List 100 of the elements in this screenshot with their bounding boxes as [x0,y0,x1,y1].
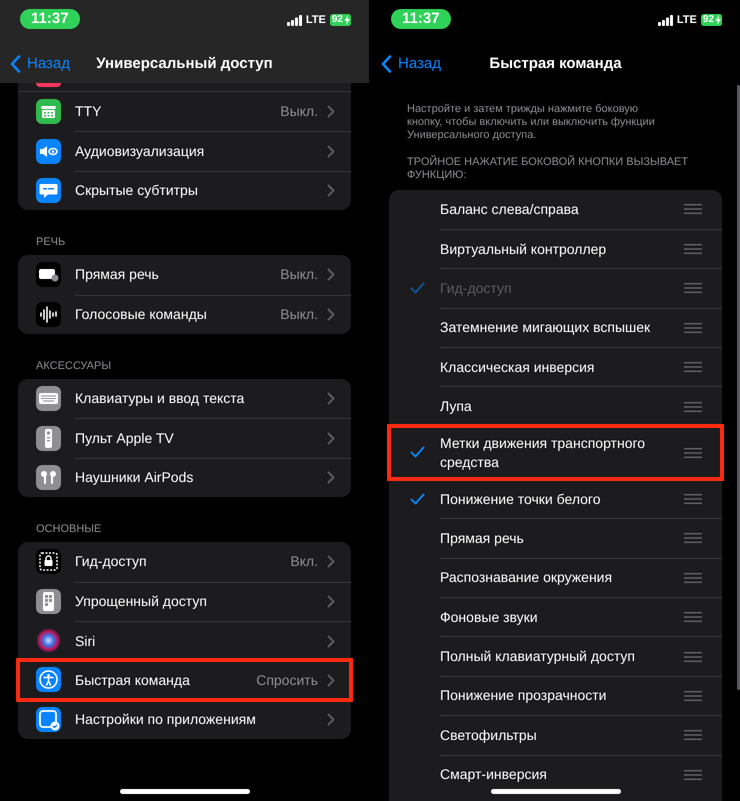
chevron-icon [327,595,335,608]
bolt-icon [343,14,351,26]
signal-icon [658,14,673,26]
app-icon [36,667,61,692]
option-row[interactable]: Распознавание окружения [389,558,722,598]
row-label: Наушники AirPods [75,468,194,488]
app-icon [36,83,61,87]
row-label: Настройки по приложениям [75,710,257,730]
option-row[interactable]: Полный клавиатурный доступ [389,636,722,676]
option-row[interactable]: Понижение точки белого [389,478,722,518]
option-row[interactable]: Лупа [389,386,722,426]
settings-row[interactable]: Упрощенный доступ [18,582,351,621]
row-value: Выкл. [280,102,318,122]
time-pill: 11:37 [20,9,80,29]
settings-row[interactable]: Пульт Apple TV [18,418,351,458]
chevron-icon [327,634,335,648]
checkmark-icon [410,446,424,458]
settings-row[interactable]: Аудиовизуализация [18,131,351,171]
app-icon [36,138,61,164]
drag-handle-icon [684,283,702,294]
settings-row[interactable]: Быстрая команда Спросить [18,660,351,700]
settings-row[interactable]: Прямая речь Выкл. [18,255,351,295]
option-label: Смарт-инверсия [440,765,548,784]
option-label: Виртуальный контроллер [440,240,608,259]
battery-level: 92 [700,14,714,26]
option-row[interactable]: Фоновые звуки [389,597,722,636]
drag-handle-icon [684,612,702,622]
option-row[interactable]: Классическая инверсия [389,347,722,386]
back-chevron-icon [381,55,392,73]
section-header: АКСЕССУАРЫ [36,360,112,373]
option-row[interactable]: Затемнение мигающих вспышек [389,308,722,348]
settings-row[interactable]: Настройки по приложениям [18,700,351,740]
section-header: РЕЧЬ [36,236,66,250]
settings-row[interactable]: Гид-доступ Вкл. [18,542,351,582]
signal-icon [286,14,302,26]
option-label: Лупа [440,397,473,416]
chevron-icon [327,713,335,726]
row-value: Выкл. [280,265,318,284]
drag-handle-icon [684,448,702,458]
chevron-icon [327,432,335,446]
screen-title: Универсальный доступ [96,54,273,74]
option-row[interactable]: Прямая речь [389,518,722,558]
chevron-icon [327,555,335,568]
drag-handle-icon [684,770,702,780]
section-header: ОСНОВНЫЕ [36,523,102,536]
app-icon [36,262,61,288]
option-label: Гид-доступ [440,278,513,298]
drag-handle-icon [684,494,702,504]
drag-handle-icon [684,690,702,701]
app-icon [36,178,61,203]
back-button[interactable]: Назад [0,52,70,76]
row-value: Вкл. [290,552,318,572]
option-label: Фоновые звуки [440,608,539,627]
option-row[interactable]: Виртуальный контроллер [389,228,722,268]
settings-row[interactable]: Скрытые субтитры [18,170,351,210]
option-label: Распознавание окружения [440,568,614,588]
chevron-icon [327,308,335,322]
chevron-icon [327,145,335,158]
row-label: Siri [75,632,96,651]
option-label: Классическая инверсия [440,358,596,377]
app-icon [36,386,61,412]
chevron-icon [327,471,335,484]
app-icon [36,426,61,451]
settings-row[interactable]: Наушники AirPods [18,458,351,498]
screen-title: Быстрая команда [489,54,622,74]
drag-handle-icon [684,204,702,214]
description-text: Настройте и затем трижды нажмите боковую кнопку, чтобы включить или выключить функции Универсального доступа. [407,103,656,142]
option-row[interactable]: Метки движения транспортного средства [389,426,722,479]
option-row[interactable]: Светофильтры [389,715,722,755]
settings-row[interactable]: Голосовые команды Выкл. [18,294,351,334]
settings-row[interactable]: TTY Выкл. [18,92,351,132]
option-label: Баланс слева/справа [440,200,580,219]
back-button[interactable]: Назад [371,52,441,76]
option-label: Полный клавиатурный доступ [440,647,636,666]
option-row[interactable]: Баланс слева/справа [389,190,722,229]
option-label: Прямая речь [440,528,525,548]
row-label: Аудиовизуализация [75,142,206,162]
option-label: Затемнение мигающих вспышек [440,318,652,338]
section-header: ТРОЙНОЕ НАЖАТИЕ БОКОВОЙ КНОПКИ ВЫЗЫВАЕТ ФУНКЦИЮ: [407,156,690,182]
settings-row[interactable]: Клавиатуры и ввод текста [18,378,351,418]
checkmark-icon [410,282,424,294]
app-icon [36,99,61,124]
option-label: Метки движения транспортного средства [440,434,646,472]
app-icon [36,302,61,327]
option-row[interactable]: Понижение прозрачности [389,676,722,716]
row-label: Быстрая команда [75,670,191,690]
row-label: TTY [75,102,102,122]
chevron-icon [327,392,335,406]
drag-handle-icon [684,322,702,333]
row-label: Скрытые субтитры [75,181,199,200]
option-label: Понижение прозрачности [440,686,608,706]
chevron-icon [327,268,335,282]
battery-level: 92 [330,14,343,26]
time-pill: 11:37 [391,9,451,29]
app-icon [36,464,61,490]
back-chevron-icon [10,55,21,73]
settings-row[interactable]: Siri [18,620,351,660]
drag-handle-icon [684,402,702,412]
drag-handle-icon [684,652,702,662]
drag-handle-icon [684,572,702,583]
